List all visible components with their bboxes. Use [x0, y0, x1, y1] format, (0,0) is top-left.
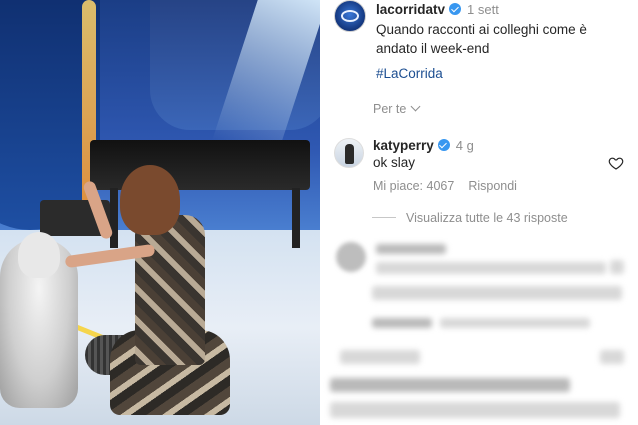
- comment-likes[interactable]: Mi piace: 4067: [373, 179, 454, 193]
- comment-time[interactable]: 4 g: [456, 138, 474, 153]
- translate-label: Per te: [373, 102, 407, 116]
- blurred-comment-input: [330, 402, 620, 418]
- blurred-username: [376, 244, 446, 254]
- caption-header: lacorridatv 1 sett: [376, 1, 499, 19]
- blurred-heart: [610, 260, 624, 274]
- blurred-avatar: [336, 242, 366, 272]
- comment-actions: Mi piace: 4067 Rispondi: [373, 179, 517, 193]
- view-replies-button[interactable]: Visualizza tutte le 43 risposte: [372, 211, 568, 225]
- reply-button[interactable]: Rispondi: [468, 179, 517, 193]
- blurred-bookmark: [600, 350, 624, 364]
- heart-icon[interactable]: [608, 155, 624, 171]
- author-avatar[interactable]: [334, 0, 366, 32]
- view-replies-label: Visualizza tutte le 43 risposte: [406, 211, 568, 225]
- comment-header: katyperry 4 g: [373, 137, 474, 155]
- commenter-username[interactable]: katyperry: [373, 138, 434, 153]
- author-username[interactable]: lacorridatv: [376, 2, 445, 17]
- blurred-comments: [320, 230, 638, 425]
- post-caption: Quando racconti ai colleghi come è andat…: [376, 22, 587, 56]
- chevron-down-icon: [410, 101, 421, 112]
- post-time[interactable]: 1 sett: [467, 2, 499, 17]
- comments-panel: lacorridatv 1 sett Quando racconti ai col…: [320, 0, 638, 425]
- blurred-icons: [340, 350, 420, 364]
- blurred-comment-line: [372, 286, 622, 300]
- blurred-likes-line: [330, 378, 570, 392]
- comment-text: ok slay: [373, 155, 416, 170]
- blurred-actions: [372, 318, 432, 328]
- blurred-actions: [440, 318, 590, 328]
- husky-head: [18, 232, 60, 278]
- commenter-avatar[interactable]: [334, 138, 364, 168]
- verified-badge-icon: [437, 139, 450, 151]
- la-corrida-logo: [341, 10, 359, 22]
- performer-torso: [135, 215, 205, 365]
- performer-head: [120, 165, 180, 235]
- blurred-comment-line: [376, 262, 606, 274]
- replies-divider: [372, 217, 396, 218]
- hashtag-link[interactable]: #LaCorrida: [376, 66, 443, 81]
- post-media[interactable]: [0, 0, 320, 425]
- verified-badge-icon: [449, 3, 462, 15]
- avatar-figure: [345, 144, 354, 164]
- translate-toggle[interactable]: Per te: [373, 101, 421, 116]
